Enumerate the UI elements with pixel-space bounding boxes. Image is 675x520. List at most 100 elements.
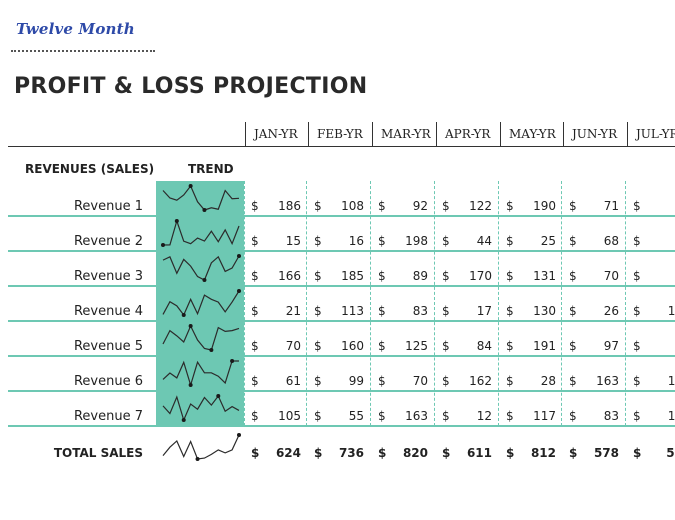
sparkline-low-point bbox=[181, 418, 186, 422]
table-row: Revenue 2$15$16$198$44$25$68$4 bbox=[0, 216, 675, 252]
cell-value[interactable]: 163 bbox=[573, 374, 619, 388]
cell-value[interactable]: 59 bbox=[637, 446, 675, 460]
sparkline-low-point bbox=[188, 383, 193, 387]
page-title: PROFIT & LOSS PROJECTION bbox=[14, 74, 368, 99]
trend-column-header: TREND bbox=[188, 162, 234, 176]
month-header: JUN-YR bbox=[563, 122, 627, 146]
table-row: Revenue 5$70$160$125$84$191$97$5 bbox=[0, 321, 675, 357]
cell-value[interactable]: 131 bbox=[510, 269, 556, 283]
sparkline-high-point bbox=[216, 394, 221, 398]
trend-sparkline bbox=[162, 184, 240, 212]
cell-value[interactable]: 820 bbox=[382, 446, 428, 460]
cell-value[interactable]: 44 bbox=[446, 234, 492, 248]
cell-value[interactable]: 166 bbox=[255, 269, 301, 283]
sparkline-low-point bbox=[202, 208, 207, 212]
row-label: Revenue 3 bbox=[73, 269, 143, 284]
subtitle: Twelve Month bbox=[16, 20, 135, 38]
column-divider bbox=[561, 181, 562, 426]
cell-value[interactable]: 68 bbox=[573, 234, 619, 248]
month-header: FEB-YR bbox=[308, 122, 372, 146]
table-row: Revenue 1$186$108$92$122$190$71$2 bbox=[0, 181, 675, 217]
column-divider bbox=[306, 181, 307, 426]
cell-value[interactable]: 55 bbox=[318, 409, 364, 423]
trend-sparkline bbox=[162, 254, 241, 282]
cell-value[interactable]: 16 bbox=[637, 304, 675, 318]
sparkline-high-point bbox=[230, 359, 235, 363]
table-row: Revenue 4$21$113$83$17$130$26$16 bbox=[0, 286, 675, 322]
sparkline-line bbox=[162, 434, 240, 460]
row-label: Revenue 4 bbox=[73, 304, 143, 319]
month-header: JUL-YR bbox=[627, 122, 675, 146]
cell-value[interactable]: 25 bbox=[510, 234, 556, 248]
cell-value[interactable]: 130 bbox=[510, 304, 556, 318]
sparkline-low-point bbox=[181, 313, 186, 317]
cell-value[interactable]: 84 bbox=[446, 339, 492, 353]
cell-value[interactable]: 26 bbox=[573, 304, 619, 318]
sparkline-line bbox=[162, 255, 240, 281]
sparkline-high-point bbox=[174, 219, 179, 223]
sparkline-line bbox=[162, 360, 239, 388]
cell-value[interactable]: 92 bbox=[382, 199, 428, 213]
cell-value[interactable]: 190 bbox=[510, 199, 556, 213]
cell-value[interactable]: 186 bbox=[255, 199, 301, 213]
total-label: TOTAL SALES bbox=[53, 446, 143, 460]
sparkline-line bbox=[162, 394, 240, 422]
cell-value[interactable]: 70 bbox=[382, 374, 428, 388]
trend-sparkline bbox=[162, 324, 240, 352]
row-label: Revenue 6 bbox=[73, 374, 143, 389]
cell-value[interactable]: 12 bbox=[446, 409, 492, 423]
cell-value[interactable]: 83 bbox=[573, 409, 619, 423]
cell-value[interactable]: 611 bbox=[446, 446, 492, 460]
cell-value[interactable]: 122 bbox=[446, 199, 492, 213]
cell-value[interactable]: 113 bbox=[318, 304, 364, 318]
cell-value[interactable]: 17 bbox=[446, 304, 492, 318]
cell-value[interactable]: 61 bbox=[255, 374, 301, 388]
cell-value[interactable]: 185 bbox=[318, 269, 364, 283]
cell-value[interactable]: 71 bbox=[573, 199, 619, 213]
cell-value[interactable]: 89 bbox=[382, 269, 428, 283]
cell-value[interactable]: 83 bbox=[382, 304, 428, 318]
cell-value[interactable]: 191 bbox=[510, 339, 556, 353]
row-label: Revenue 7 bbox=[73, 409, 143, 424]
cell-value[interactable]: 163 bbox=[382, 409, 428, 423]
trend-sparkline bbox=[161, 219, 240, 247]
cell-value[interactable]: 578 bbox=[573, 446, 619, 460]
cell-value[interactable]: 70 bbox=[255, 339, 301, 353]
cell-value[interactable]: 170 bbox=[446, 269, 492, 283]
sparkline-low-point bbox=[202, 278, 207, 282]
cell-value[interactable]: 70 bbox=[573, 269, 619, 283]
cell-value[interactable]: 117 bbox=[510, 409, 556, 423]
sparkline-high-point bbox=[237, 254, 241, 258]
cell-value[interactable]: 15 bbox=[255, 234, 301, 248]
cell-value[interactable]: 4 bbox=[637, 234, 675, 248]
cell-value[interactable]: 160 bbox=[318, 339, 364, 353]
cell-value[interactable]: 198 bbox=[382, 234, 428, 248]
cell-value[interactable]: 736 bbox=[318, 446, 364, 460]
column-divider bbox=[434, 181, 435, 426]
cell-value[interactable]: 105 bbox=[255, 409, 301, 423]
column-divider bbox=[244, 181, 245, 426]
trend-sparkline bbox=[162, 394, 240, 422]
cell-value[interactable]: 16 bbox=[318, 234, 364, 248]
month-header: MAY-YR bbox=[500, 122, 564, 146]
cell-value[interactable]: 99 bbox=[318, 374, 364, 388]
header-divider bbox=[8, 146, 675, 147]
cell-value[interactable]: 5 bbox=[637, 269, 675, 283]
sparkline-low-point bbox=[209, 348, 214, 352]
cell-value[interactable]: 21 bbox=[255, 304, 301, 318]
cell-value[interactable]: 2 bbox=[637, 199, 675, 213]
cell-value[interactable]: 125 bbox=[382, 339, 428, 353]
sparkline-line bbox=[162, 324, 240, 351]
cell-value[interactable]: 5 bbox=[637, 339, 675, 353]
cell-value[interactable]: 28 bbox=[510, 374, 556, 388]
cell-value[interactable]: 108 bbox=[318, 199, 364, 213]
cell-value[interactable]: 16 bbox=[637, 409, 675, 423]
table-row: Revenue 3$166$185$89$170$131$70$5 bbox=[0, 251, 675, 287]
cell-value[interactable]: 812 bbox=[510, 446, 556, 460]
cell-value[interactable]: 624 bbox=[255, 446, 301, 460]
month-header: JAN-YR bbox=[245, 122, 309, 146]
cell-value[interactable]: 162 bbox=[446, 374, 492, 388]
cell-value[interactable]: 97 bbox=[573, 339, 619, 353]
cell-value[interactable]: 10 bbox=[637, 374, 675, 388]
total-row: TOTAL SALES$624$736$820$611$812$578$59 bbox=[0, 436, 675, 471]
